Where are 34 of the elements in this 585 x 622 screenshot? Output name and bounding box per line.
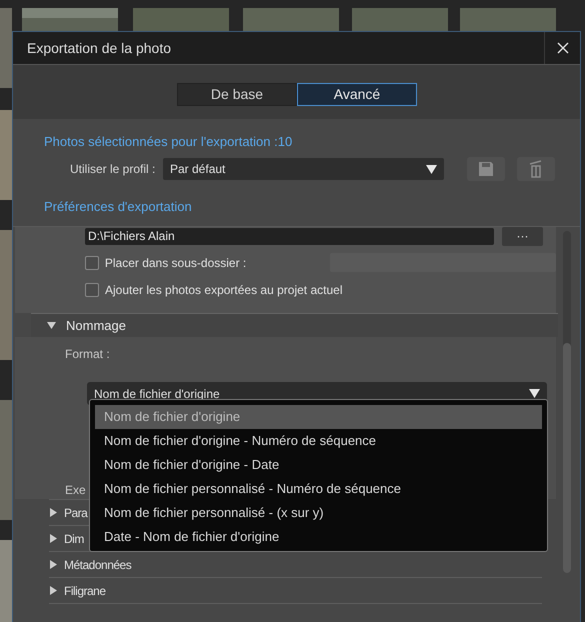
- dropdown-option[interactable]: Nom de fichier d'origine: [95, 405, 542, 429]
- section-heading: Photos sélectionnées pour l'exportation :10: [44, 133, 294, 151]
- caret-icon: [426, 164, 437, 174]
- trash-icon: [529, 160, 543, 178]
- field-label: Exe: [65, 482, 86, 497]
- expand-icon: [49, 508, 58, 517]
- scrollbar-thumb[interactable]: [563, 343, 571, 573]
- expand-icon: [49, 534, 58, 543]
- dropdown-option[interactable]: Nom de fichier personnalisé - (x sur y): [95, 501, 542, 525]
- tab[interactable]: Avancé: [297, 83, 417, 106]
- scrollbar[interactable]: [563, 231, 571, 573]
- expand-icon: [49, 586, 58, 595]
- profile-dropdown[interactable]: Par défaut: [163, 158, 444, 180]
- section-heading: Préférences d'exportation: [44, 198, 193, 216]
- dropdown-option[interactable]: Nom de fichier personnalisé - Numéro de séquence: [95, 477, 542, 501]
- window-title: Exportation de la photo: [27, 38, 172, 58]
- field-label: Format :: [65, 346, 111, 361]
- dropdown-option[interactable]: Nom de fichier d'origine - Numéro de séquence: [95, 429, 542, 453]
- dropdown-option[interactable]: Nom de fichier d'origine - Date: [95, 453, 542, 477]
- save-button[interactable]: [467, 157, 505, 181]
- checkbox[interactable]: [85, 256, 99, 270]
- close-icon: [556, 42, 568, 54]
- checkbox[interactable]: [85, 282, 99, 296]
- field-label: Utiliser le profil :: [70, 161, 156, 178]
- delete-button[interactable]: [517, 157, 555, 181]
- dropdown-option[interactable]: Date - Nom de fichier d'origine: [95, 525, 542, 549]
- folder-field[interactable]: D:\Fichiers Alain: [85, 228, 494, 245]
- browse-button[interactable]: ···: [502, 227, 543, 246]
- collapse-icon: [47, 322, 56, 329]
- tab[interactable]: De base: [177, 83, 297, 106]
- checkbox-label: Placer dans sous-dossier :: [104, 254, 248, 272]
- section-header[interactable]: Filigrane: [49, 577, 542, 603]
- expand-icon: [49, 560, 58, 569]
- checkbox-label: Ajouter les photos exportées au projet actuel: [105, 282, 342, 298]
